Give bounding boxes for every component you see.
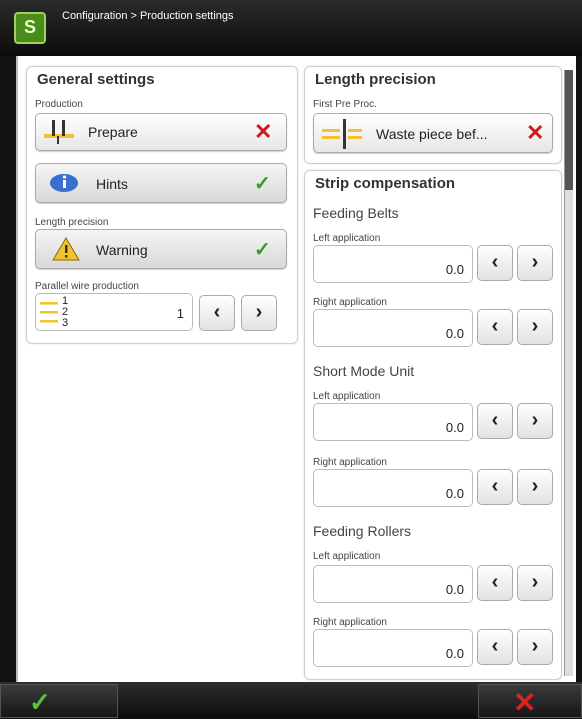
length-precision-panel: Length precision First Pre Proc. Waste p… xyxy=(304,66,562,164)
chevron-right-icon: › xyxy=(531,475,539,497)
left-application-label: Left application xyxy=(313,391,381,402)
production-value: Prepare xyxy=(88,124,138,140)
chevron-right-icon: › xyxy=(531,251,539,273)
chevron-right-icon: › xyxy=(531,571,539,593)
feeding-belts-right-field[interactable]: 0.0 xyxy=(313,309,473,347)
cross-icon: ✕ xyxy=(513,687,537,718)
hints-button[interactable]: Hints ✓ xyxy=(35,163,287,203)
first-pre-proc-button[interactable]: Waste piece bef... ✕ xyxy=(313,113,553,153)
chevron-right-icon: › xyxy=(531,409,539,431)
short-mode-left-field[interactable]: 0.0 xyxy=(313,403,473,441)
app-logo-icon: S xyxy=(14,12,46,44)
vertical-scrollbar[interactable] xyxy=(564,70,573,676)
right-application-label: Right application xyxy=(313,457,387,468)
chevron-left-icon: ‹ xyxy=(491,635,499,657)
feeding-belts-left-field[interactable]: 0.0 xyxy=(313,245,473,283)
panel-title: Length precision xyxy=(315,71,436,88)
right-application-label: Right application xyxy=(313,297,387,308)
breadcrumb: Configuration > Production settings xyxy=(62,10,234,22)
waste-piece-icon xyxy=(322,119,362,149)
feeding-belts-left-decrease[interactable]: ‹ xyxy=(477,245,513,281)
production-label: Production xyxy=(35,99,83,110)
feeding-belts-left-increase[interactable]: › xyxy=(517,245,553,281)
strip-compensation-panel: Strip compensation Feeding Belts Left ap… xyxy=(304,170,562,680)
panel-title: Strip compensation xyxy=(315,175,456,192)
field-value: 0.0 xyxy=(445,486,464,501)
chevron-left-icon: ‹ xyxy=(491,571,499,593)
hints-value: Hints xyxy=(96,176,128,192)
checkmark-icon: ✓ xyxy=(254,173,271,195)
prepare-icon xyxy=(44,120,74,144)
group-title-feeding-belts: Feeding Belts xyxy=(313,205,399,221)
checkmark-icon: ✓ xyxy=(29,687,51,717)
chevron-left-icon: ‹ xyxy=(491,409,499,431)
info-bubble-icon xyxy=(50,174,78,192)
general-settings-panel: General settings Production Prepare ✕ Hi… xyxy=(26,66,298,344)
parallel-increase-button[interactable]: › xyxy=(241,295,277,331)
field-value: 0.0 xyxy=(445,582,464,597)
length-precision-button[interactable]: Warning ✓ xyxy=(35,229,287,269)
field-value: 0.0 xyxy=(445,420,464,435)
short-mode-right-increase[interactable]: › xyxy=(517,469,553,505)
first-pre-proc-label: First Pre Proc. xyxy=(313,99,377,110)
right-application-label: Right application xyxy=(313,617,387,628)
left-application-label: Left application xyxy=(313,551,381,562)
group-title-feeding-rollers: Feeding Rollers xyxy=(313,523,412,539)
field-value: 0.0 xyxy=(445,646,464,661)
parallel-value: 1 xyxy=(176,306,184,321)
short-mode-left-decrease[interactable]: ‹ xyxy=(477,403,513,439)
production-button[interactable]: Prepare ✕ xyxy=(35,113,287,151)
feeding-rollers-right-decrease[interactable]: ‹ xyxy=(477,629,513,665)
group-title-short-mode-unit: Short Mode Unit xyxy=(313,363,415,379)
feeding-rollers-right-field[interactable]: 0.0 xyxy=(313,629,473,667)
cross-icon: ✕ xyxy=(254,119,273,144)
panel-title: General settings xyxy=(37,71,155,88)
chevron-right-icon: › xyxy=(531,635,539,657)
feeding-rollers-right-increase[interactable]: › xyxy=(517,629,553,665)
title-bar: S Configuration > Production settings xyxy=(0,0,582,56)
short-mode-right-field[interactable]: 0.0 xyxy=(313,469,473,507)
chevron-right-icon: › xyxy=(255,301,263,323)
chevron-right-icon: › xyxy=(531,315,539,337)
short-mode-left-increase[interactable]: › xyxy=(517,403,553,439)
chevron-left-icon: ‹ xyxy=(491,475,499,497)
left-application-label: Left application xyxy=(313,233,381,244)
chevron-left-icon: ‹ xyxy=(213,301,221,323)
cross-icon: ✕ xyxy=(526,120,545,145)
cancel-button[interactable]: ✕ xyxy=(478,684,582,718)
chevron-left-icon: ‹ xyxy=(491,315,499,337)
field-value: 0.0 xyxy=(445,326,464,341)
checkmark-icon: ✓ xyxy=(254,239,271,261)
parallel-wires-icon xyxy=(40,302,58,323)
length-precision-value: Warning xyxy=(96,242,148,258)
parallel-decrease-button[interactable]: ‹ xyxy=(199,295,235,331)
warning-icon xyxy=(52,237,80,261)
feeding-belts-right-decrease[interactable]: ‹ xyxy=(477,309,513,345)
feeding-rollers-left-field[interactable]: 0.0 xyxy=(313,565,473,603)
parallel-wire-label: Parallel wire production xyxy=(35,281,139,292)
field-value: 0.0 xyxy=(445,262,464,277)
parallel-line-3: 3 xyxy=(62,317,69,329)
confirm-button[interactable]: ✓ xyxy=(0,684,118,718)
short-mode-right-decrease[interactable]: ‹ xyxy=(477,469,513,505)
scrollbar-thumb[interactable] xyxy=(565,70,573,190)
length-precision-label: Length precision xyxy=(35,217,109,228)
feeding-belts-right-increase[interactable]: › xyxy=(517,309,553,345)
first-pre-proc-value: Waste piece bef... xyxy=(376,126,488,142)
feeding-rollers-left-increase[interactable]: › xyxy=(517,565,553,601)
chevron-left-icon: ‹ xyxy=(491,251,499,273)
parallel-wire-field[interactable]: 1 2 3 1 xyxy=(35,293,193,331)
feeding-rollers-left-decrease[interactable]: ‹ xyxy=(477,565,513,601)
